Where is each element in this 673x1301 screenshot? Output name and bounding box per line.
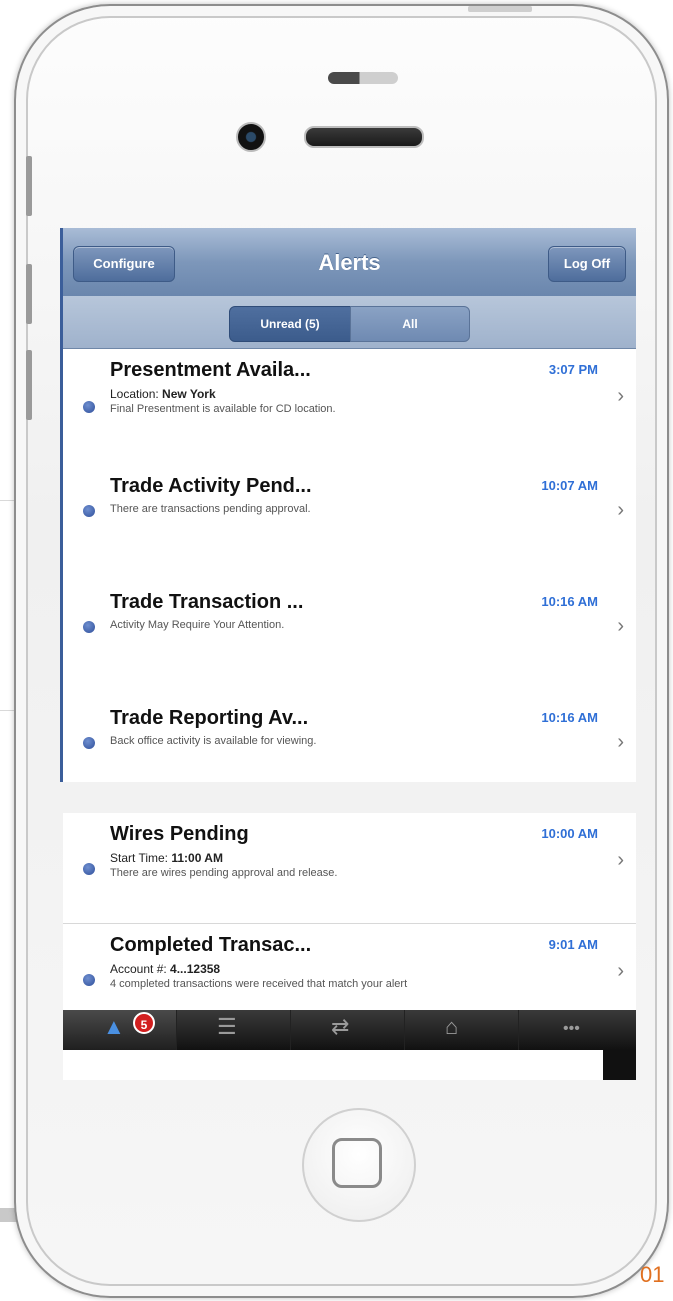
chevron-right-icon: › <box>617 960 624 982</box>
tab-all[interactable]: All <box>350 306 470 342</box>
list-item[interactable]: Trade Reporting Av... 10:16 AM Back offi… <box>63 697 636 782</box>
chevron-right-icon: › <box>617 731 624 753</box>
alert-title: Presentment Availa... <box>110 359 311 381</box>
corner-page-number: 01 <box>640 1262 665 1287</box>
mute-switch <box>26 156 32 216</box>
list-item[interactable]: Wires Pending 10:00 AM Start Time: 11:00… <box>63 813 636 924</box>
home-square-icon <box>332 1138 382 1188</box>
alert-message: There are wires pending approval and rel… <box>110 867 338 879</box>
chevron-right-icon: › <box>617 385 624 407</box>
unread-dot-icon <box>83 974 95 986</box>
log-off-button[interactable]: Log Off <box>548 246 626 282</box>
more-icon: ••• <box>563 1020 580 1037</box>
chevron-right-icon: › <box>617 849 624 871</box>
transfer-icon: ⇄ <box>331 1014 350 1039</box>
tab-transfers[interactable]: ⇄ <box>291 1010 405 1050</box>
tab-accounts[interactable]: ☰ <box>177 1010 291 1050</box>
front-camera <box>236 122 266 152</box>
alert-time: 10:07 AM <box>541 478 598 493</box>
list-icon: ☰ <box>217 1014 237 1039</box>
unread-dot-icon <box>83 863 95 875</box>
chevron-right-icon: › <box>617 615 624 637</box>
unread-dot-icon <box>83 401 95 413</box>
alert-message: 4 completed transactions were received t… <box>110 978 408 990</box>
alert-title: Completed Transac... <box>110 934 312 956</box>
alert-message: Back office activity is available for vi… <box>110 735 317 747</box>
alert-detail: Location: New York <box>110 387 216 401</box>
volume-up-button <box>26 264 32 324</box>
screen-bottom-edge <box>603 1050 636 1080</box>
alert-time: 9:01 AM <box>548 937 598 952</box>
alert-title: Wires Pending <box>110 823 249 845</box>
screen-bottom-strip <box>63 1050 603 1080</box>
bank-icon: ⌂ <box>445 1014 459 1039</box>
home-button[interactable] <box>302 1108 416 1222</box>
segmented-control-bar: Unread (5) All <box>63 296 636 349</box>
tab-more[interactable]: ••• <box>519 1010 633 1050</box>
notification-badge: 5 <box>133 1012 155 1034</box>
app-screen: Configure Alerts Log Off Unread (5) All … <box>60 228 636 782</box>
alert-title: Trade Transaction ... <box>110 591 304 613</box>
alert-message: Activity May Require Your Attention. <box>110 619 285 631</box>
volume-down-button <box>26 350 32 420</box>
bell-icon: ▲ <box>103 1014 125 1039</box>
top-sensor <box>328 72 398 84</box>
alert-title: Trade Reporting Av... <box>110 707 309 729</box>
alert-message: There are transactions pending approval. <box>110 503 311 515</box>
list-item[interactable]: Presentment Availa... 3:07 PM Location: … <box>63 349 636 466</box>
unread-dot-icon <box>83 621 95 633</box>
alert-detail: Start Time: 11:00 AM <box>110 851 223 865</box>
alert-time: 10:00 AM <box>541 826 598 841</box>
chevron-right-icon: › <box>617 499 624 521</box>
unread-dot-icon <box>83 737 95 749</box>
tab-unread[interactable]: Unread (5) <box>229 306 351 342</box>
earpiece-speaker <box>304 126 424 148</box>
list-item[interactable]: Trade Transaction ... 10:16 AM Activity … <box>63 581 636 698</box>
tab-alerts[interactable]: ▲ 5 <box>63 1010 177 1050</box>
unread-dot-icon <box>83 505 95 517</box>
list-item[interactable]: Completed Transac... 9:01 AM Account #: … <box>63 924 636 1010</box>
alert-message: Final Presentment is available for CD lo… <box>110 403 336 415</box>
list-item[interactable]: Trade Activity Pend... 10:07 AM There ar… <box>63 465 636 582</box>
alert-time: 10:16 AM <box>541 594 598 609</box>
power-button <box>468 6 532 12</box>
alert-title: Trade Activity Pend... <box>110 475 312 497</box>
alert-detail: Account #: 4...12358 <box>110 962 221 976</box>
tab-bar: ▲ 5 ☰ ⇄ ⌂ ••• <box>63 1010 636 1050</box>
alert-time: 3:07 PM <box>548 362 598 377</box>
navigation-bar: Configure Alerts Log Off <box>63 228 636 297</box>
alert-time: 10:16 AM <box>541 710 598 725</box>
tab-bank[interactable]: ⌂ <box>405 1010 519 1050</box>
